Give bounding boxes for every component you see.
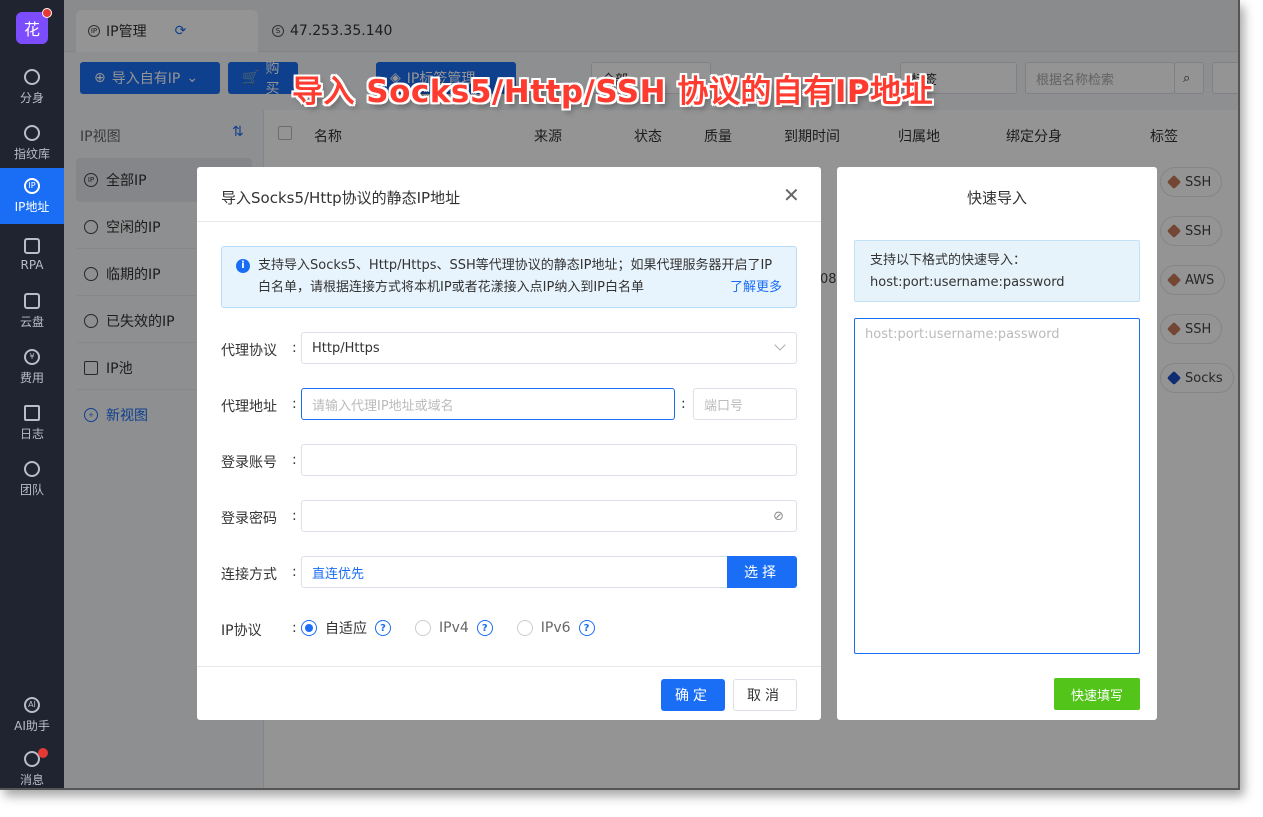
rail-item-label: 云盘: [19, 314, 44, 329]
protocol-label: 代理协议: [221, 343, 277, 359]
rail-item-billing[interactable]: ¥ 费用: [0, 342, 64, 392]
password-input[interactable]: ⊘: [301, 500, 797, 532]
rail-item-label: 消息: [19, 772, 44, 787]
connect-value: 直连优先: [312, 566, 365, 582]
colon: :: [292, 452, 297, 468]
port-input[interactable]: 端口号: [693, 388, 797, 420]
quick-import-placeholder: host:port:username:password: [865, 327, 1060, 342]
radio-label: IPv4: [439, 620, 469, 636]
rail-item-cloud-disk[interactable]: 云盘: [0, 286, 64, 336]
rail-item-label: 费用: [19, 370, 44, 385]
colon: :: [292, 564, 297, 580]
chevron-down-icon: [774, 339, 786, 351]
colon: :: [681, 396, 686, 412]
radio-ipv6[interactable]: [516, 620, 533, 636]
robot-icon: [24, 238, 40, 254]
colon: :: [292, 340, 297, 356]
info-notice: i 支持导入Socks5、Http/Https、SSH等代理协议的静态IP地址；…: [221, 246, 797, 308]
address-input[interactable]: 请输入代理IP地址或域名: [301, 388, 675, 420]
notification-dot: [38, 748, 48, 758]
ip-protocol-radio-group: 自适应 ? IPv4 ? IPv6 ?: [301, 618, 619, 638]
connect-mode-field[interactable]: 直连优先: [301, 556, 729, 588]
quick-import-textarea[interactable]: host:port:username:password: [854, 318, 1140, 654]
rail-item-label: IP地址: [14, 199, 50, 214]
close-icon[interactable]: ✕: [783, 183, 800, 207]
colon: :: [292, 620, 297, 636]
quick-info-line: 支持以下格式的快速导入：: [870, 253, 1027, 268]
fingerprint-icon: [24, 124, 40, 141]
help-icon[interactable]: ?: [476, 620, 493, 636]
radio-label: 自适应: [325, 621, 367, 637]
account-label: 登录账号: [221, 455, 277, 471]
ai-icon: AI: [24, 696, 40, 713]
import-ip-dialog: 导入Socks5/Http协议的静态IP地址 ✕ i 支持导入Socks5、Ht…: [197, 167, 821, 720]
profile-icon: [24, 68, 40, 85]
ip-icon: IP: [24, 177, 40, 194]
rail-item-label: 指纹库: [13, 146, 50, 161]
rail-item-fingerprints[interactable]: 指纹库: [0, 118, 64, 168]
eye-hidden-icon[interactable]: ⊘: [773, 509, 784, 524]
rail-item-ai[interactable]: AI AI助手: [0, 690, 64, 740]
rail-item-label: AI助手: [14, 718, 50, 733]
info-text: 支持导入Socks5、Http/Https、SSH等代理协议的静态IP地址；如果…: [258, 258, 773, 295]
team-icon: [24, 460, 40, 477]
quick-import-title: 快速导入: [966, 189, 1027, 207]
rail-item-profiles[interactable]: 分身: [0, 62, 64, 112]
address-placeholder: 请输入代理IP地址或域名: [312, 398, 454, 414]
quick-import-panel: 快速导入 支持以下格式的快速导入： host:port:username:pas…: [837, 167, 1157, 720]
radio-label: IPv6: [540, 620, 571, 636]
quick-info-format: host:port:username:password: [870, 275, 1065, 290]
port-placeholder: 端口号: [704, 398, 744, 414]
radio-adaptive[interactable]: [301, 620, 317, 636]
yen-icon: ¥: [24, 348, 40, 365]
info-icon: i: [236, 259, 250, 273]
ip-protocol-label: IP协议: [221, 623, 262, 639]
annotation-banner: 导入 Socks5/Http/SSH 协议的自有IP地址: [292, 74, 934, 110]
rail-item-rpa[interactable]: RPA: [0, 230, 64, 280]
radio-ipv4[interactable]: [415, 620, 431, 636]
document-icon: [24, 404, 40, 421]
notification-dot: [42, 8, 52, 18]
rail-item-label: 日志: [19, 426, 44, 441]
help-icon[interactable]: ?: [578, 620, 595, 636]
select-button[interactable]: 选择: [727, 556, 797, 588]
app-window: 花 分身 指纹库 IP IP地址 RPA 云盘 ¥ 费用 日志 团队 AI AI…: [0, 0, 1240, 790]
help-icon[interactable]: ?: [375, 620, 391, 636]
left-rail: 花 分身 指纹库 IP IP地址 RPA 云盘 ¥ 费用 日志 团队 AI AI…: [0, 0, 64, 788]
colon: :: [292, 396, 297, 412]
disk-icon: [24, 292, 40, 309]
rail-item-messages[interactable]: 消息: [0, 744, 64, 788]
confirm-button[interactable]: 确定: [661, 679, 725, 711]
account-input[interactable]: [301, 444, 797, 476]
learn-more-link[interactable]: 了解更多: [730, 277, 782, 299]
rail-item-label: 分身: [19, 90, 44, 105]
rail-item-label: RPA: [20, 258, 44, 272]
dialog-title: 导入Socks5/Http协议的静态IP地址: [221, 189, 461, 207]
rail-item-logs[interactable]: 日志: [0, 398, 64, 448]
quick-fill-button[interactable]: 快速填写: [1054, 678, 1140, 710]
cancel-button[interactable]: 取消: [733, 679, 797, 711]
rail-item-team[interactable]: 团队: [0, 454, 64, 504]
connect-label: 连接方式: [221, 567, 277, 583]
quick-import-info: 支持以下格式的快速导入： host:port:username:password: [854, 240, 1140, 302]
protocol-value: Http/Https: [312, 340, 380, 356]
protocol-select[interactable]: Http/Https: [301, 332, 797, 364]
password-label: 登录密码: [221, 511, 277, 527]
divider: [197, 221, 821, 222]
colon: :: [292, 508, 297, 524]
divider: [197, 666, 821, 667]
rail-item-label: 团队: [19, 482, 44, 497]
address-label: 代理地址: [221, 399, 277, 415]
rail-item-ip[interactable]: IP IP地址: [0, 168, 64, 224]
